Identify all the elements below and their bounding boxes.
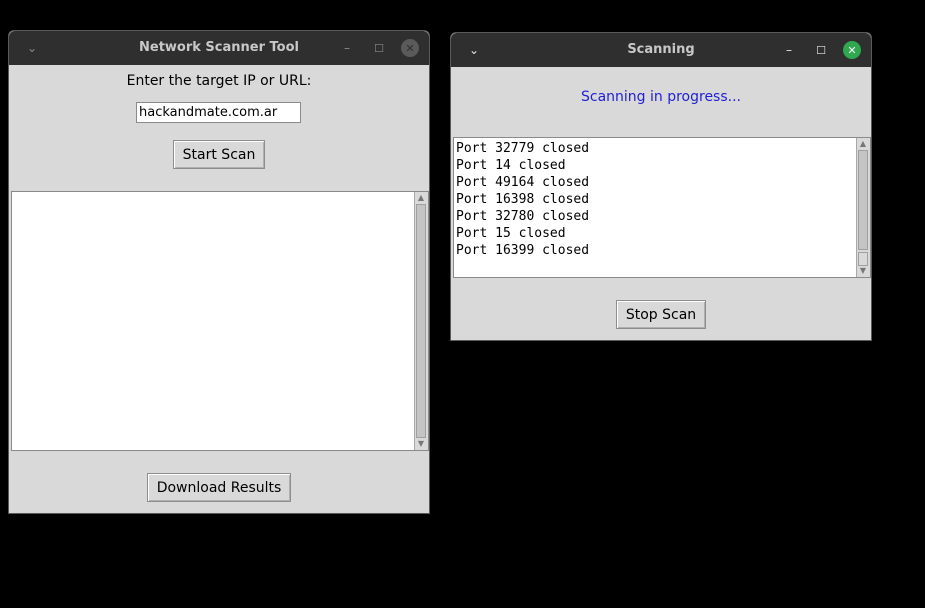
log-line: Port 49164 closed	[456, 175, 590, 190]
scanning-window: ⌄ Scanning – ☐ ✕ Scanning in progress...…	[450, 32, 872, 341]
results-scrollbar[interactable]: ▲ ▼	[414, 192, 428, 450]
scroll-thumb[interactable]	[858, 150, 868, 250]
start-scan-button[interactable]: Start Scan	[173, 140, 265, 169]
results-text-area[interactable]: ▲ ▼	[11, 191, 429, 451]
scan-log-text-area[interactable]: Port 32779 closed Port 14 closed Port 49…	[453, 137, 871, 278]
scroll-up-icon[interactable]: ▲	[416, 193, 426, 203]
log-line: Port 14 closed	[456, 158, 566, 173]
stop-scan-button[interactable]: Stop Scan	[616, 300, 706, 329]
scroll-up-icon[interactable]: ▲	[858, 139, 868, 149]
log-scrollbar[interactable]: ▲ ▼	[856, 138, 870, 277]
scanning-titlebar[interactable]: ⌄ Scanning – ☐ ✕	[451, 33, 871, 67]
download-results-button[interactable]: Download Results	[147, 473, 291, 502]
window-title: Network Scanner Tool	[139, 40, 299, 55]
close-icon[interactable]: ✕	[401, 39, 419, 57]
minimize-icon[interactable]: –	[780, 41, 798, 59]
log-line: Port 32780 closed	[456, 209, 590, 224]
target-input[interactable]	[136, 102, 301, 123]
close-icon[interactable]: ✕	[843, 41, 861, 59]
log-line: Port 32779 closed	[456, 141, 590, 156]
maximize-icon[interactable]: ☐	[812, 41, 830, 59]
scan-status-text: Scanning in progress...	[580, 89, 741, 105]
minimize-icon[interactable]: –	[338, 39, 356, 57]
scroll-down-icon[interactable]: ▼	[858, 266, 868, 276]
log-line: Port 16398 closed	[456, 192, 590, 207]
log-line: Port 16399 closed	[456, 243, 590, 258]
window-title: Scanning	[627, 42, 695, 57]
scroll-thumb[interactable]	[416, 204, 426, 438]
log-line: Port 15 closed	[456, 226, 566, 241]
scroll-thumb-lower[interactable]	[858, 252, 868, 266]
scanner-titlebar[interactable]: ⌄ Network Scanner Tool – ☐ ✕	[9, 31, 429, 65]
maximize-icon[interactable]: ☐	[370, 39, 388, 57]
scroll-down-icon[interactable]: ▼	[416, 439, 426, 449]
network-scanner-window: ⌄ Network Scanner Tool – ☐ ✕ Enter the t…	[8, 30, 430, 514]
target-prompt-label: Enter the target IP or URL:	[126, 73, 312, 89]
